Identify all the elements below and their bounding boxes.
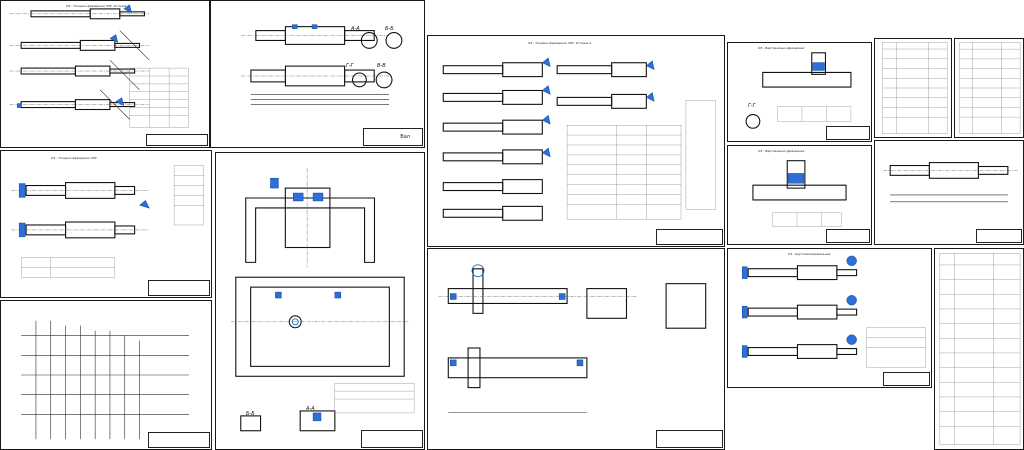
title-block xyxy=(883,372,930,386)
section-label-aa: А-А xyxy=(351,26,360,32)
title-block xyxy=(826,229,870,243)
title-block xyxy=(656,430,723,448)
dimension-chain-drawing xyxy=(21,320,189,440)
measuring-fixture-drawing xyxy=(438,264,707,413)
title-block xyxy=(361,430,423,448)
section-label-bb2: Б-Б xyxy=(246,411,255,417)
shaft-setups-drawing xyxy=(442,57,716,221)
drawing-sheet-7: ОЗ - Токарно-фрезерная ЧПУ xyxy=(0,150,212,298)
shaft-setups-drawing xyxy=(9,4,189,128)
title-block xyxy=(976,229,1022,243)
drawing-sheet-14 xyxy=(934,248,1024,450)
drawing-sheet-6 xyxy=(954,38,1024,138)
section-label-aa2: А-А xyxy=(306,406,315,412)
shaft-part-drawing xyxy=(241,24,403,105)
title-block xyxy=(148,280,210,296)
section-label-vv: В-В xyxy=(377,63,386,69)
section-label-gg: Г-Г xyxy=(748,103,756,109)
drawing-sheet-13: ОЗ - Круглошлифовальная xyxy=(727,248,932,388)
specification-table xyxy=(882,42,948,134)
title-block xyxy=(826,126,870,140)
drawing-sheet-3: ОЗ - Токарно-фрезерная ЧПУ. Установ А xyxy=(427,35,725,247)
specification-table xyxy=(939,253,1021,445)
title-block xyxy=(148,432,210,448)
drawing-sheet-12 xyxy=(874,140,1024,245)
section-label-bb: Б-Б xyxy=(385,26,394,32)
section-label-gg: Г-Г xyxy=(346,63,354,69)
drawing-sheet-4: ОЗ - Вертикально-фрезерная Г-Г xyxy=(727,42,872,142)
fixture-assembly-drawing xyxy=(230,168,415,432)
drawing-sheet-9: Б-Б А-А xyxy=(215,152,425,450)
drawing-sheet-2: А-А Б-Б Г-Г В-В Вал xyxy=(210,0,425,148)
title-block xyxy=(146,134,208,146)
specification-table xyxy=(959,42,1021,134)
part-name: Вал xyxy=(400,134,410,140)
title-block: Вал xyxy=(363,128,423,146)
drawing-sheet-1: ОЗ - Токарно-фрезерная ЧПУ. Установ Б xyxy=(0,0,210,148)
drawing-sheet-10 xyxy=(427,248,725,450)
drawing-sheet-5 xyxy=(874,38,952,138)
title-block xyxy=(656,229,723,245)
drawing-sheet-11: ОЗ - Вертикально-фрезерная xyxy=(727,145,872,245)
shaft-setups-drawing xyxy=(11,165,204,278)
grinding-setups-drawing xyxy=(742,255,926,368)
drawing-sheet-8 xyxy=(0,300,212,450)
